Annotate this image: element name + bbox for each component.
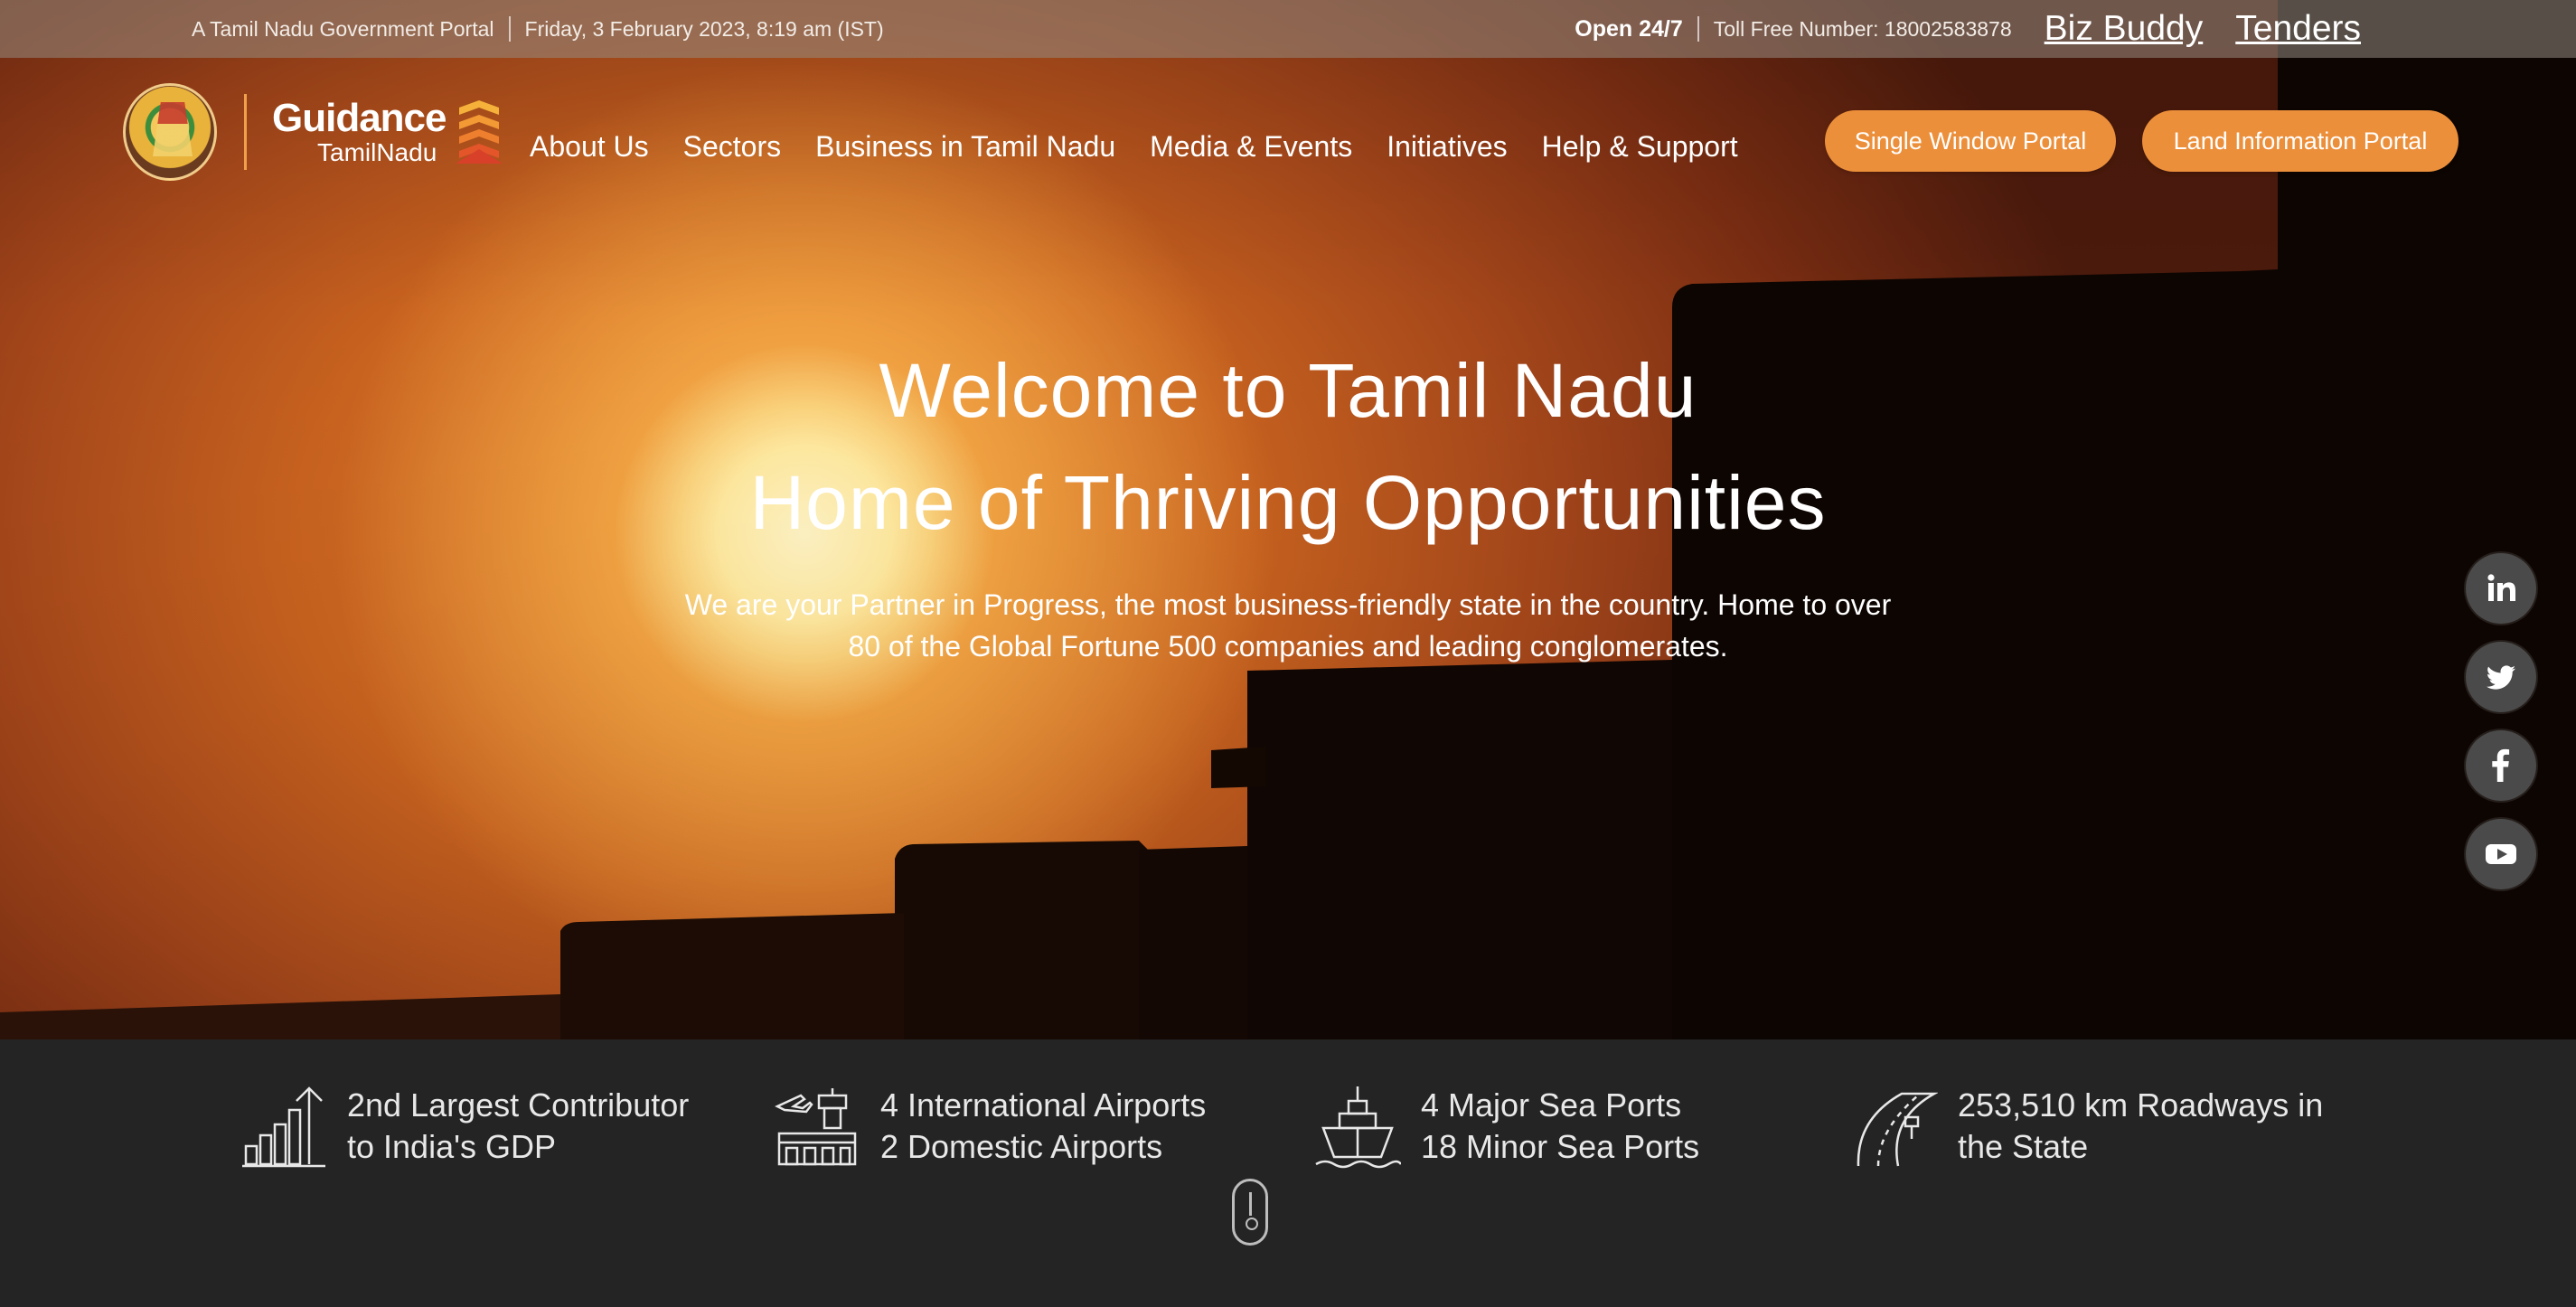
nav-sectors[interactable]: Sectors [683,130,781,164]
tn-emblem-icon [123,83,217,181]
ship-icon [1315,1086,1401,1169]
linkedin-icon[interactable] [2466,553,2536,624]
logo-sub-text: TamilNadu [317,138,437,166]
facebook-icon[interactable] [2466,730,2536,801]
brand-logo[interactable]: Guidance TamilNadu [123,83,503,181]
nav-business-in-tamil-nadu[interactable]: Business in Tamil Nadu [815,130,1115,164]
logo-divider [244,94,247,170]
scroll-down-indicator[interactable] [1232,1179,1268,1246]
stat-airports-line1: 4 International Airports [880,1086,1207,1124]
utility-left: A Tamil Nadu Government Portal Friday, 3… [192,0,884,58]
stat-seaports-line1: 4 Major Sea Ports [1421,1086,1682,1124]
airport-icon [775,1088,857,1166]
nav-about-us[interactable]: About Us [530,130,649,164]
stats-bar: 2nd Largest Contributor to India's GDP 4… [0,1039,2576,1307]
chevron-logo-icon [455,100,503,164]
hero-title-line2: Home of Thriving Opportunities [749,460,1827,545]
nav-help-support[interactable]: Help & Support [1542,130,1738,164]
utility-bar: A Tamil Nadu Government Portal Friday, 3… [0,0,2576,58]
stat-gdp-line2: to India's GDP [347,1128,556,1165]
hero-title-line1: Welcome to Tamil Nadu [879,348,1697,433]
stat-gdp-line1: 2nd Largest Contributor [347,1086,690,1124]
youtube-icon[interactable] [2466,819,2536,889]
nav-initiatives[interactable]: Initiatives [1387,130,1507,164]
divider [508,16,511,42]
gdp-growth-icon [242,1086,325,1168]
divider [1697,16,1699,42]
single-window-portal-button[interactable]: Single Window Portal [1825,110,2116,172]
nav-media-events[interactable]: Media & Events [1150,130,1352,164]
stat-airports-line2: 2 Domestic Airports [880,1128,1163,1165]
social-links [2466,553,2536,907]
stat-airports: 4 International Airports 2 Domestic Airp… [774,1083,1206,1170]
stat-seaports-line2: 18 Minor Sea Ports [1421,1128,1700,1165]
toll-free-number: Toll Free Number: 18002583878 [1713,16,2012,41]
stat-roadways-line2: the State [1958,1128,2089,1165]
main-nav: About Us Sectors Business in Tamil Nadu … [530,130,1772,164]
land-information-portal-button[interactable]: Land Information Portal [2142,110,2458,172]
logo-text: Guidance TamilNadu [272,99,447,165]
stat-gdp: 2nd Largest Contributor to India's GDP [240,1083,689,1170]
biz-buddy-link[interactable]: Biz Buddy [2045,9,2204,49]
page: A Tamil Nadu Government Portal Friday, 3… [0,0,2576,1307]
road-icon [1857,1092,1938,1167]
portal-label: A Tamil Nadu Government Portal [192,16,494,41]
open-hours: Open 24/7 [1575,15,1683,42]
stat-roadways-line1: 253,510 km Roadways in [1958,1086,2324,1124]
stat-roadways: 253,510 km Roadways in the State [1851,1083,2323,1170]
logo-main-text: Guidance [272,96,447,140]
tenders-link[interactable]: Tenders [2235,9,2361,49]
stat-seaports: 4 Major Sea Ports 18 Minor Sea Ports [1314,1083,1699,1170]
date-time: Friday, 3 February 2023, 8:19 am (IST) [524,16,884,41]
hero-content: Welcome to Tamil Nadu Home of Thriving O… [0,353,2576,667]
twitter-icon[interactable] [2466,642,2536,712]
hero-description: We are your Partner in Progress, the mos… [684,588,1892,663]
utility-right: Open 24/7 Toll Free Number: 18002583878 … [1575,0,2361,58]
